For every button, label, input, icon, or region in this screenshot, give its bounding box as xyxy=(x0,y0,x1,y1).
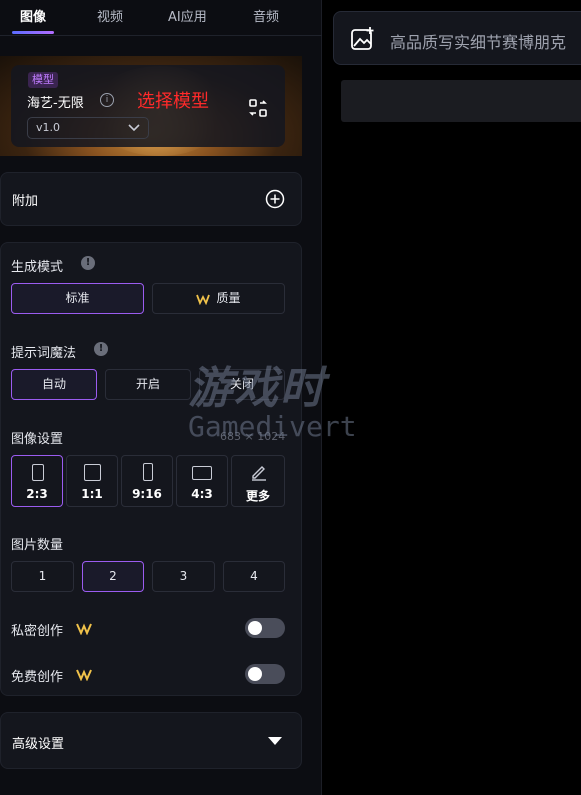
watermark-en: Gamedivert xyxy=(188,410,357,443)
active-tab-indicator xyxy=(12,31,54,34)
info-icon[interactable]: i xyxy=(100,93,114,107)
toggle-knob xyxy=(248,621,262,635)
free-create-toggle[interactable] xyxy=(245,664,285,684)
loading-placeholder xyxy=(341,80,581,122)
free-create-label: 免费创作 xyxy=(11,670,64,685)
mode-quality-button[interactable]: 质量 xyxy=(152,283,285,314)
ratio-2-3-button[interactable]: 2:3 xyxy=(11,455,63,507)
count-1-button[interactable]: 1 xyxy=(11,561,74,592)
mode-standard-button[interactable]: 标准 xyxy=(11,283,144,314)
portrait-shape-icon xyxy=(32,464,44,481)
vip-crown-icon xyxy=(76,669,92,681)
mode-quality-label: 质量 xyxy=(216,291,241,305)
ratio-label: 2:3 xyxy=(26,487,48,501)
addon-title: 附加 xyxy=(12,194,39,209)
count-3-button[interactable]: 3 xyxy=(152,561,215,592)
generation-mode-help-icon[interactable]: ! xyxy=(81,256,95,270)
count-4-button[interactable]: 4 xyxy=(223,561,285,592)
landscape-shape-icon xyxy=(192,466,212,480)
version-select[interactable]: v1.0 xyxy=(27,117,149,139)
image-settings-label: 图像设置 xyxy=(11,432,64,447)
caret-down-icon[interactable] xyxy=(268,737,282,745)
model-name: 海艺-无限 xyxy=(27,96,84,111)
ratio-1-1-button[interactable]: 1:1 xyxy=(66,455,118,507)
advanced-settings-label: 高级设置 xyxy=(12,737,65,752)
tall-shape-icon xyxy=(143,463,153,481)
image-count-label: 图片数量 xyxy=(11,538,64,553)
ratio-more-button[interactable]: 更多 xyxy=(231,455,285,507)
private-create-label: 私密创作 xyxy=(11,624,64,639)
tab-ai-apps[interactable]: AI应用 xyxy=(168,6,207,25)
ratio-4-3-button[interactable]: 4:3 xyxy=(176,455,228,507)
plus-circle-icon[interactable] xyxy=(265,189,285,209)
model-selector-card[interactable]: 模型 海艺-无限 i 选择模型 v1.0 xyxy=(11,65,285,147)
ratio-9-16-button[interactable]: 9:16 xyxy=(121,455,173,507)
vip-crown-icon xyxy=(76,623,92,635)
prompt-text: 高品质写实细节赛博朋克 xyxy=(390,33,567,52)
ratio-label: 更多 xyxy=(245,489,270,503)
count-2-button[interactable]: 2 xyxy=(82,561,144,592)
toggle-knob xyxy=(248,667,262,681)
image-add-icon[interactable] xyxy=(350,26,376,52)
magic-on-button[interactable]: 开启 xyxy=(105,369,191,400)
main-canvas: 高品质写实细节赛博朋克 xyxy=(322,0,581,795)
generation-mode-label: 生成模式 xyxy=(11,260,64,275)
prompt-input[interactable]: 高品质写实细节赛博朋克 xyxy=(333,11,581,65)
media-tabs: 图像 视频 AI应用 音频 xyxy=(0,0,322,36)
magic-auto-button[interactable]: 自动 xyxy=(11,369,97,400)
private-create-toggle[interactable] xyxy=(245,618,285,638)
chevron-down-icon xyxy=(128,124,140,132)
pencil-icon xyxy=(252,466,266,481)
tab-image[interactable]: 图像 xyxy=(20,6,46,25)
choose-model-label: 选择模型 xyxy=(137,91,209,112)
vip-crown-icon xyxy=(196,294,211,305)
ratio-label: 1:1 xyxy=(81,487,103,501)
switch-model-icon[interactable] xyxy=(248,98,268,118)
addon-panel[interactable]: 附加 xyxy=(0,172,302,226)
watermark-cn: 游戏时 xyxy=(188,363,326,414)
prompt-magic-help-icon[interactable]: ! xyxy=(94,342,108,356)
version-value: v1.0 xyxy=(36,121,61,134)
tab-audio[interactable]: 音频 xyxy=(253,6,279,25)
watermark: 游戏时 Gamedivert xyxy=(188,352,357,443)
ratio-label: 9:16 xyxy=(132,487,162,501)
prompt-magic-label: 提示词魔法 xyxy=(11,346,77,361)
ratio-label: 4:3 xyxy=(191,487,213,501)
model-tag: 模型 xyxy=(28,72,58,88)
square-shape-icon xyxy=(84,464,101,481)
tab-video[interactable]: 视频 xyxy=(97,6,123,25)
advanced-settings-panel[interactable]: 高级设置 xyxy=(0,712,302,769)
